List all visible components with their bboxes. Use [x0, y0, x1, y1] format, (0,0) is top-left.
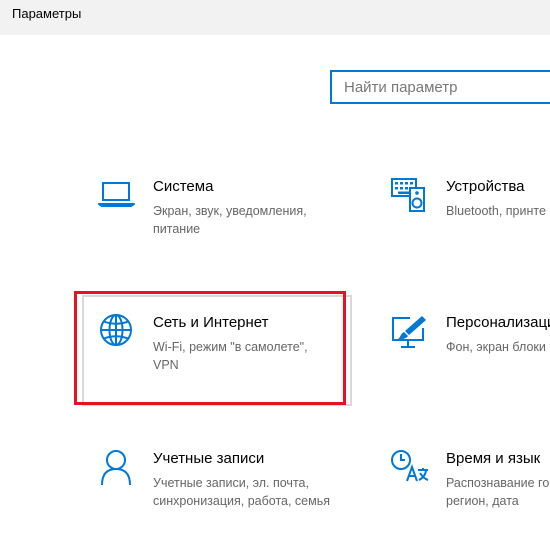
window-title: Параметры	[12, 6, 82, 21]
tile-devices-title: Устройства	[446, 178, 525, 195]
person-icon	[101, 450, 131, 486]
globe-icon	[100, 314, 132, 346]
tile-accounts-description: Учетные записи, эл. почта, синхронизация…	[153, 474, 353, 510]
title-bar[interactable]: Параметры	[0, 0, 550, 35]
tile-devices[interactable]: Устройства Bluetooth, принте	[390, 177, 550, 287]
tile-devices-description: Bluetooth, принте	[446, 202, 550, 220]
tile-accounts-desc-line1: Учетные записи, эл. почта,	[153, 476, 309, 490]
tile-accounts-title: Учетные записи	[153, 450, 265, 467]
tile-accounts-desc-line2: синхронизация, работа, семья	[153, 494, 331, 508]
paint-monitor-icon	[392, 316, 426, 348]
tile-time-language-description: Распознавание го регион, дата	[446, 474, 550, 510]
search-box[interactable]	[330, 70, 550, 104]
tile-time-language[interactable]: Время и язык Распознавание го регион, да…	[390, 449, 550, 533]
tile-devices-desc-line1: Bluetooth, принте	[446, 204, 546, 218]
tile-system-desc-line2: питание	[153, 222, 201, 236]
search-input[interactable]	[332, 72, 550, 102]
settings-window: Параметры Система Экран, звук, уведомлен…	[0, 0, 550, 533]
tile-accounts[interactable]: Учетные записи Учетные записи, эл. почта…	[82, 449, 352, 533]
tile-network-title: Сеть и Интернет	[153, 314, 269, 331]
tile-system-description: Экран, звук, уведомления, питание	[153, 202, 353, 238]
tile-system-title: Система	[153, 178, 214, 195]
tile-network-desc-line1: Wi-Fi, режим "в самолете",	[153, 340, 308, 354]
tile-system[interactable]: Система Экран, звук, уведомления, питани…	[82, 177, 352, 287]
tile-time-language-desc-line2: регион, дата	[446, 494, 519, 508]
tile-network-desc-line2: VPN	[153, 358, 179, 372]
tile-personalization-desc-line1: Фон, экран блоки	[446, 340, 546, 354]
tile-time-language-desc-line1: Распознавание го	[446, 476, 550, 490]
tile-system-desc-line1: Экран, звук, уведомления,	[153, 204, 307, 218]
tile-network[interactable]: Сеть и Интернет Wi-Fi, режим "в самолете…	[82, 313, 352, 423]
tile-personalization[interactable]: Персонализаци Фон, экран блоки	[390, 313, 550, 423]
tile-personalization-description: Фон, экран блоки	[446, 338, 550, 356]
tile-personalization-title: Персонализаци	[446, 314, 550, 331]
clock-language-icon	[391, 450, 429, 482]
laptop-icon	[98, 182, 135, 207]
tile-network-description: Wi-Fi, режим "в самолете", VPN	[153, 338, 353, 374]
tile-time-language-title: Время и язык	[446, 450, 541, 467]
keyboard-speaker-icon	[391, 178, 425, 212]
